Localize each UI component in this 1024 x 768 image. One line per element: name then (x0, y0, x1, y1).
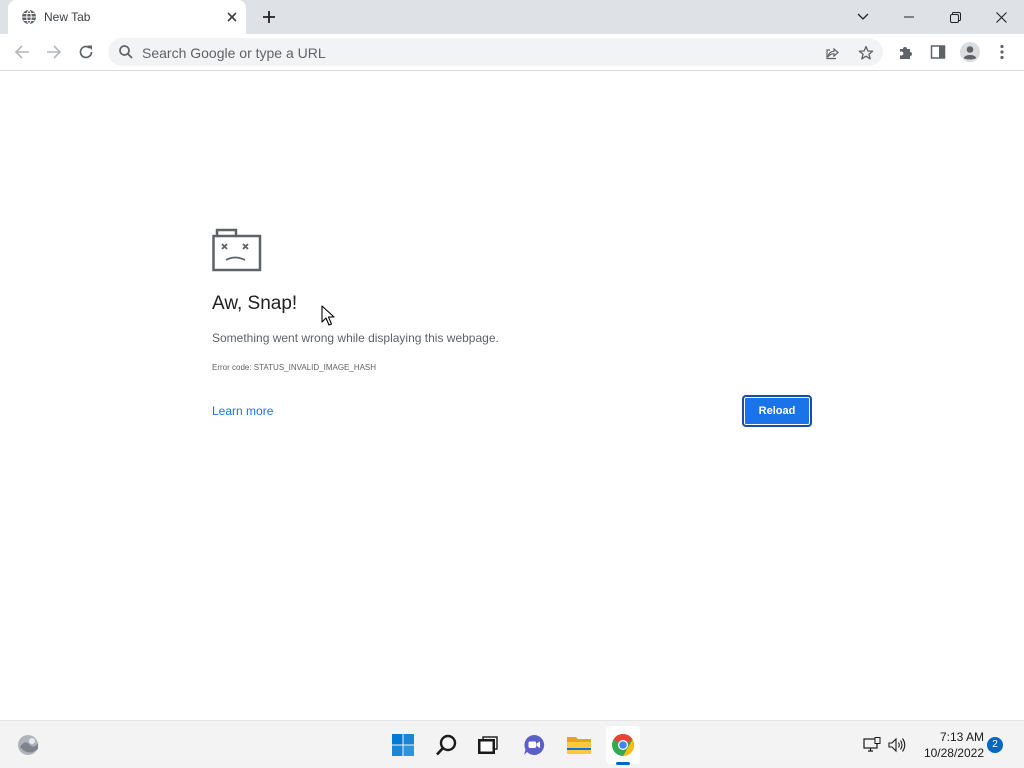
close-window-button[interactable] (978, 0, 1024, 34)
chat-button[interactable] (521, 732, 547, 758)
chrome-button[interactable] (610, 732, 636, 758)
chrome-icon (612, 734, 635, 756)
menu-button[interactable] (988, 38, 1016, 66)
puzzle-icon (900, 47, 912, 59)
tab-search-button[interactable] (840, 0, 886, 34)
tab-close-button[interactable] (222, 7, 242, 27)
error-title: Aw, Snap! (212, 293, 298, 314)
omnibox-placeholder: Search Google or type a URL (142, 45, 326, 61)
restore-icon (949, 11, 961, 23)
browser-toolbar: Search Google or type a URL (0, 34, 1024, 71)
restore-button[interactable] (932, 0, 978, 34)
network-tray-button[interactable] (862, 735, 882, 755)
error-message: Something went wrong while displaying th… (212, 331, 499, 345)
forward-button[interactable] (40, 38, 68, 66)
search-icon (436, 734, 457, 756)
learn-more-link[interactable]: Learn more (212, 404, 273, 418)
forward-arrow-icon (47, 45, 62, 59)
globe-icon (22, 9, 36, 25)
minimize-button[interactable] (886, 0, 932, 34)
close-icon (995, 11, 1007, 23)
start-button[interactable] (390, 732, 416, 758)
windows-taskbar: 7:13 AM 10/28/2022 2 (0, 720, 1024, 768)
star-icon (858, 45, 874, 60)
browser-tab[interactable]: New Tab (8, 0, 246, 34)
bookmark-button[interactable] (855, 42, 877, 64)
search-icon (119, 45, 133, 59)
new-tab-button[interactable] (258, 6, 280, 28)
back-button[interactable] (8, 38, 36, 66)
reload-icon (79, 45, 93, 59)
plus-icon (263, 11, 275, 23)
folder-icon (567, 737, 591, 754)
avatar-icon (960, 42, 980, 62)
network-icon (863, 737, 881, 752)
clock-date: 10/28/2022 (923, 746, 984, 760)
sad-tab-icon (212, 228, 262, 272)
side-panel-button[interactable] (924, 38, 952, 66)
share-icon (826, 47, 839, 60)
chat-icon (524, 734, 545, 755)
system-clock[interactable]: 7:13 AM 10/28/2022 (916, 729, 984, 761)
kebab-menu-icon (1000, 44, 1004, 60)
error-code: Error code: STATUS_INVALID_IMAGE_HASH (212, 363, 377, 372)
minimize-icon (904, 16, 914, 18)
reload-button[interactable] (72, 38, 100, 66)
chrome-active-indicator (616, 762, 630, 765)
widgets-icon[interactable] (16, 734, 40, 756)
task-view-button[interactable] (475, 732, 501, 758)
error-page: Aw, Snap! Something went wrong while dis… (0, 72, 1024, 720)
volume-icon (888, 737, 906, 753)
back-arrow-icon (14, 45, 29, 59)
tab-title: New Tab (44, 10, 91, 24)
reload-page-button[interactable]: Reload (742, 395, 812, 427)
taskbar-search-button[interactable] (434, 732, 460, 758)
chevron-down-icon (857, 13, 869, 20)
task-view-icon (478, 736, 498, 754)
profile-button[interactable] (956, 38, 984, 66)
mouse-cursor-icon (321, 305, 335, 326)
extensions-button[interactable] (892, 38, 920, 66)
share-button[interactable] (822, 42, 844, 64)
side-panel-icon (930, 45, 946, 59)
omnibox[interactable]: Search Google or type a URL (108, 38, 883, 66)
tab-strip: New Tab (0, 0, 1024, 34)
volume-tray-button[interactable] (887, 735, 907, 755)
file-explorer-button[interactable] (566, 732, 592, 758)
notification-badge[interactable]: 2 (987, 737, 1003, 753)
close-icon (227, 12, 237, 22)
windows-start-icon (392, 734, 414, 756)
clock-time: 7:13 AM (939, 730, 984, 744)
